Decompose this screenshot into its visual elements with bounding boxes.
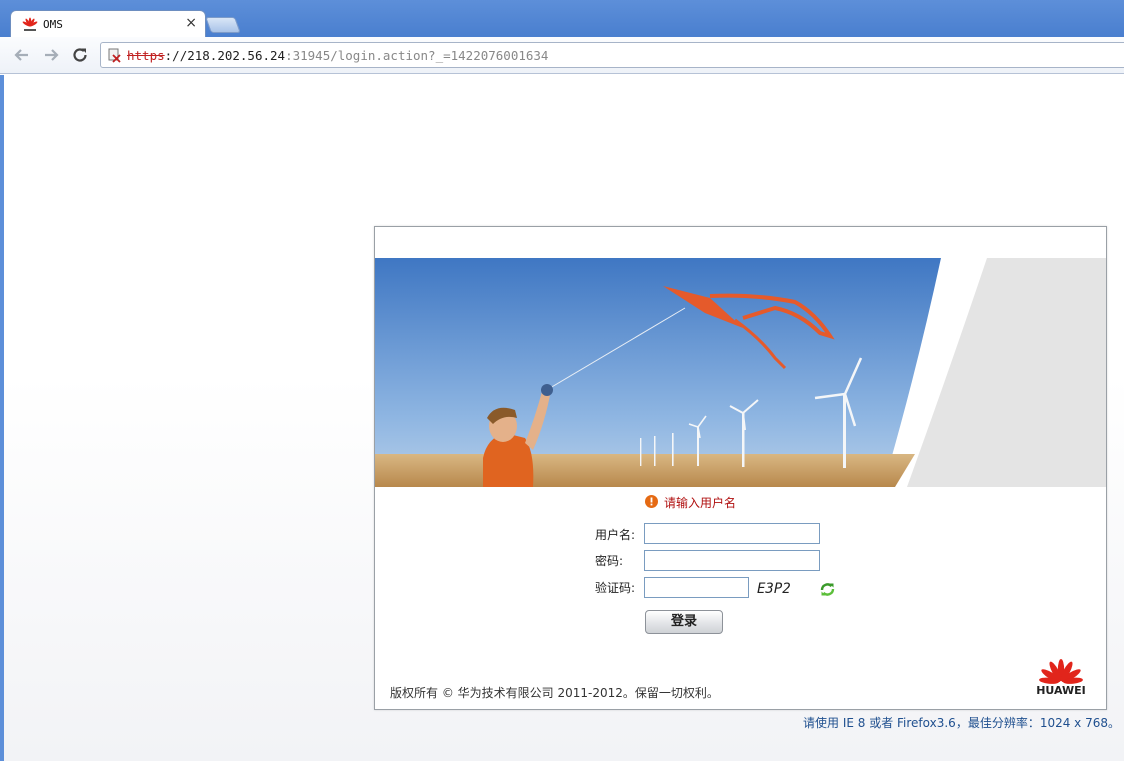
arrow-left-icon — [14, 49, 28, 61]
tab-title: OMS — [43, 18, 63, 31]
forward-button[interactable] — [39, 43, 63, 67]
username-input[interactable] — [644, 523, 820, 544]
address-bar[interactable]: https://218.202.56.24:31945/login.action… — [100, 42, 1124, 68]
captcha-label: 验证码: — [595, 581, 636, 595]
tab-oms[interactable]: OMS × — [10, 10, 206, 38]
url-scheme: https — [127, 48, 165, 63]
back-button[interactable] — [10, 43, 34, 67]
browser-toolbar: https://218.202.56.24:31945/login.action… — [0, 37, 1124, 74]
login-panel: 请输入用户名 用户名: 密码: 验证码: E3P2 登录 版权所有 © 华为技术… — [374, 226, 1107, 710]
broken-lock-icon — [108, 48, 121, 63]
tab-strip: OMS × — [0, 0, 1124, 38]
refresh-captcha-icon[interactable] — [819, 581, 836, 598]
username-label: 用户名: — [595, 528, 636, 542]
huawei-brand-text: HUAWEI — [1036, 684, 1086, 697]
reload-icon — [73, 48, 87, 62]
reload-button[interactable] — [68, 43, 92, 67]
copyright-text: 版权所有 © 华为技术有限公司 2011-2012。保留一切权利。 — [390, 686, 719, 700]
resolution-note: 请使用 IE 8 或者 Firefox3.6，最佳分辨率：1024 x 768。 — [803, 716, 1120, 730]
url-host: ://218.202.56.24 — [164, 48, 286, 63]
url-path: :31945/login.action?_=1422076001634 — [285, 48, 549, 63]
error-text: 请输入用户名 — [664, 496, 737, 510]
password-input[interactable] — [644, 550, 820, 571]
browser-chrome: OMS × https://218.202.56.24:31945/login.… — [0, 0, 1124, 74]
banner-image — [375, 258, 1106, 487]
close-tab-icon[interactable]: × — [185, 15, 197, 31]
captcha-text: E3P2 — [757, 581, 791, 597]
huawei-favicon-icon — [22, 17, 38, 31]
warning-icon — [645, 495, 658, 508]
captcha-image[interactable]: E3P2 — [755, 579, 795, 597]
captcha-input[interactable] — [644, 577, 749, 598]
arrow-right-icon — [45, 49, 59, 61]
login-button[interactable]: 登录 — [645, 610, 723, 634]
password-label: 密码: — [595, 554, 624, 568]
url-text[interactable]: https://218.202.56.24:31945/login.action… — [127, 48, 548, 63]
page-body: 请输入用户名 用户名: 密码: 验证码: E3P2 登录 版权所有 © 华为技术… — [0, 75, 1124, 761]
new-tab-button[interactable] — [205, 17, 241, 33]
